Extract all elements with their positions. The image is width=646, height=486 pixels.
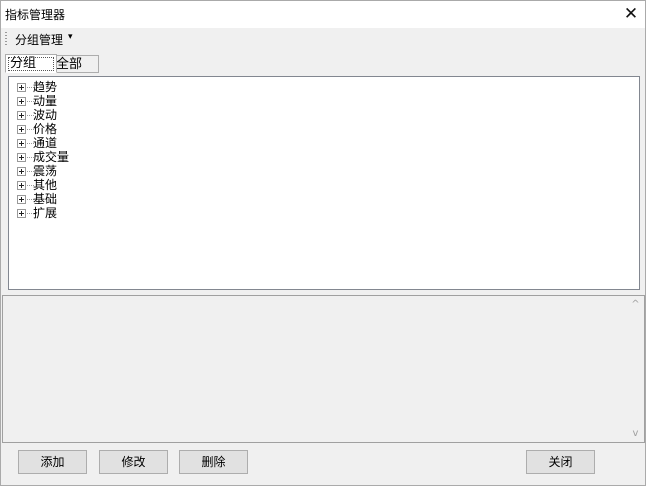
expand-plus-icon[interactable] [17,153,26,162]
window-title: 指标管理器 [5,8,66,22]
toolbar-grip-icon[interactable] [5,32,7,47]
tree-item-label: 扩展 [33,206,58,220]
vertical-scrollbar[interactable]: ^ v [627,296,644,442]
close-icon[interactable]: ✕ [621,3,641,25]
group-manage-menu-button[interactable]: 分组管理 [15,31,63,48]
add-button[interactable]: 添加 [18,450,87,474]
tree-item-label: 动量 [33,94,58,108]
expand-plus-icon[interactable] [17,97,26,106]
indicator-manager-window: 指标管理器 ✕ 分组管理 ▾ 分组 全部 趋势 动量 波动 价格 通道 成交量 … [0,0,646,486]
tree-item-label: 成交量 [33,150,70,164]
tab-focus-indicator [8,57,54,71]
title-bar: 指标管理器 ✕ [1,1,645,28]
description-panel[interactable]: ^ v [2,295,645,443]
expand-plus-icon[interactable] [17,195,26,204]
tab-all[interactable]: 全部 [51,55,99,73]
indicator-group-tree[interactable]: 趋势 动量 波动 价格 通道 成交量 震荡 其他 基础 扩展 [8,76,640,290]
tree-item-label: 基础 [33,192,58,206]
expand-plus-icon[interactable] [17,167,26,176]
expand-plus-icon[interactable] [17,139,26,148]
tree-item-label: 价格 [33,122,58,136]
edit-button[interactable]: 修改 [99,450,168,474]
toolbar: 分组管理 ▾ [1,28,645,50]
expand-plus-icon[interactable] [17,111,26,120]
tab-groups[interactable]: 分组 [5,54,57,73]
tree-item-label: 震荡 [33,164,58,178]
scroll-down-icon[interactable]: v [627,425,644,442]
close-button[interactable]: 关闭 [526,450,595,474]
tree-item-label: 波动 [33,108,58,122]
expand-plus-icon[interactable] [17,83,26,92]
tree-item-label: 趋势 [33,80,58,94]
chevron-down-icon[interactable]: ▾ [68,32,73,42]
scroll-up-icon[interactable]: ^ [627,296,644,313]
expand-plus-icon[interactable] [17,181,26,190]
delete-button[interactable]: 删除 [179,450,248,474]
expand-plus-icon[interactable] [17,125,26,134]
tree-item-label: 其他 [33,178,58,192]
tree-item-label: 通道 [33,136,58,150]
tab-all-label: 全部 [56,57,83,72]
expand-plus-icon[interactable] [17,209,26,218]
